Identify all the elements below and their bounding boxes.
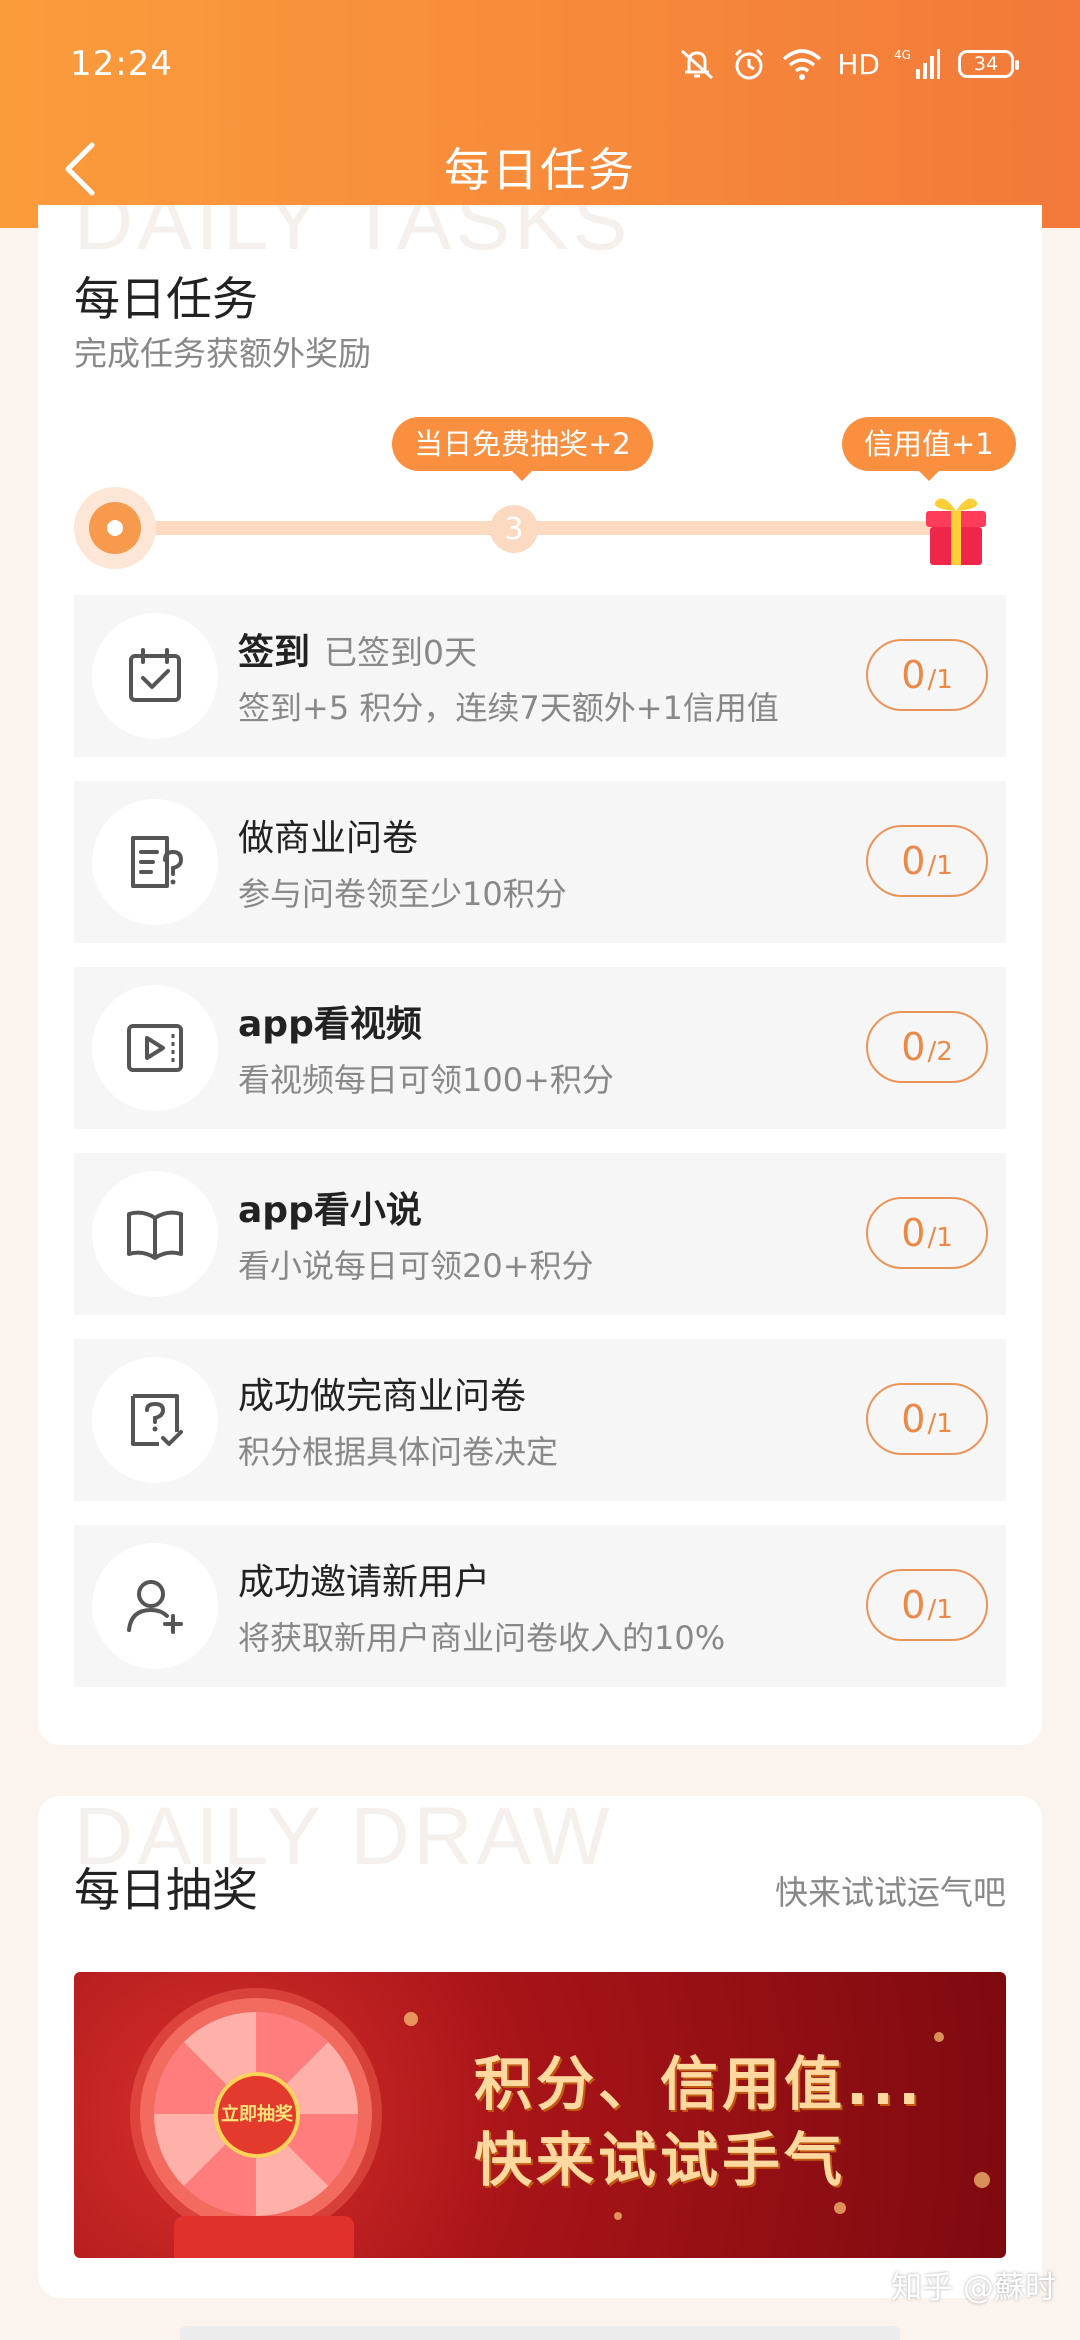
task-progress-button[interactable]: 0/1 — [866, 1569, 988, 1641]
task-title: 成功做完商业问卷 — [238, 1376, 527, 1417]
draw-section-title: 每日抽奖 — [74, 1863, 258, 1917]
calendar-check-icon — [92, 613, 218, 739]
tasks-watermark: DAILY TASKS — [74, 205, 632, 267]
task-list: 签到 已签到0天 签到+5 积分，连续7天额外+1信用值 0/1 做商业问卷 参与… — [74, 595, 1006, 1711]
milestone-reward-tip: 当日免费抽奖+2 — [392, 417, 653, 481]
gift-icon[interactable] — [916, 489, 996, 569]
banner-line-2: 快来试试手气 — [474, 2126, 847, 2194]
page-title: 每日任务 — [444, 143, 636, 197]
svg-text:4G: 4G — [894, 48, 911, 62]
wheel-spin-button[interactable]: 立即抽奖 — [214, 2072, 300, 2158]
bottom-edge — [180, 2326, 900, 2340]
task-description: 看视频每日可领100+积分 — [238, 1061, 614, 1099]
app-header: 12:24 HD 4G 34 每日任务 — [0, 0, 1080, 228]
tasks-section-subtitle: 完成任务获额外奖励 — [74, 334, 371, 373]
final-reward-tip: 信用值+1 — [842, 417, 1016, 481]
status-time: 12:24 — [70, 44, 173, 84]
question-check-icon — [92, 1357, 218, 1483]
task-progress-button[interactable]: 0/2 — [866, 1011, 988, 1083]
add-user-icon — [92, 1543, 218, 1669]
wifi-icon — [781, 47, 823, 81]
task-description: 参与问卷领至少10积分 — [238, 875, 567, 913]
task-item-novel[interactable]: app看小说 看小说每日可领20+积分 0/1 — [74, 1153, 1006, 1315]
status-icons: HD 4G 34 — [677, 44, 1019, 84]
task-progress-button[interactable]: 0/1 — [866, 1197, 988, 1269]
task-item-invite-user[interactable]: 成功邀请新用户 将获取新用户商业问卷收入的10% 0/1 — [74, 1525, 1006, 1687]
task-description: 积分根据具体问卷决定 — [238, 1433, 559, 1471]
daily-tasks-card: DAILY TASKS 每日任务 完成任务获额外奖励 3 当日免费抽奖+2 信用… — [38, 205, 1042, 1745]
banner-line-1: 积分、信用值... — [474, 2050, 925, 2118]
daily-draw-card: DAILY DRAW 每日抽奖 快来试试运气吧 立即抽奖 积分、信用值... 快… — [38, 1796, 1042, 2298]
task-title: 成功邀请新用户 — [238, 1562, 491, 1603]
wheel-base — [174, 2216, 354, 2258]
banner-headline: 积分、信用值... 快来试试手气 — [474, 2046, 924, 2198]
task-description: 将获取新用户商业问卷收入的10% — [238, 1619, 726, 1657]
alarm-icon — [731, 46, 767, 82]
task-item-video[interactable]: app看视频 看视频每日可领100+积分 0/2 — [74, 967, 1006, 1129]
video-icon — [92, 985, 218, 1111]
task-title: app看小说 — [238, 1190, 422, 1231]
draw-section-subtitle: 快来试试运气吧 — [775, 1873, 1006, 1912]
tasks-section-title: 每日任务 — [74, 272, 258, 326]
progress-start-dot — [89, 502, 141, 554]
task-progress: 3 当日免费抽奖+2 信用值+1 — [74, 405, 1016, 585]
task-title: 签到 已签到0天 — [238, 632, 478, 673]
status-bar: 12:24 HD 4G 34 — [0, 0, 1080, 130]
task-progress-button[interactable]: 0/1 — [866, 1383, 988, 1455]
task-description: 看小说每日可领20+积分 — [238, 1247, 594, 1285]
lottery-banner[interactable]: 立即抽奖 积分、信用值... 快来试试手气 — [74, 1972, 1006, 2258]
task-item-sign-in[interactable]: 签到 已签到0天 签到+5 积分，连续7天额外+1信用值 0/1 — [74, 595, 1006, 757]
mute-bell-icon — [677, 46, 717, 82]
task-title: 做商业问卷 — [238, 818, 419, 859]
task-progress-button[interactable]: 0/1 — [866, 639, 988, 711]
task-item-complete-survey[interactable]: 成功做完商业问卷 积分根据具体问卷决定 0/1 — [74, 1339, 1006, 1501]
task-title-note: 已签到0天 — [324, 633, 478, 672]
task-title: app看视频 — [238, 1004, 422, 1045]
network-label: HD — [837, 47, 880, 81]
task-progress-button[interactable]: 0/1 — [866, 825, 988, 897]
signal-icon: 4G — [894, 47, 940, 81]
progress-milestone: 3 — [490, 505, 538, 553]
task-item-survey[interactable]: 做商业问卷 参与问卷领至少10积分 0/1 — [74, 781, 1006, 943]
task-description: 签到+5 积分，连续7天额外+1信用值 — [238, 689, 779, 727]
survey-icon — [92, 799, 218, 925]
battery-icon: 34 — [958, 50, 1019, 78]
source-watermark: 知乎 @蘇时 — [891, 2270, 1056, 2306]
book-icon — [92, 1171, 218, 1297]
